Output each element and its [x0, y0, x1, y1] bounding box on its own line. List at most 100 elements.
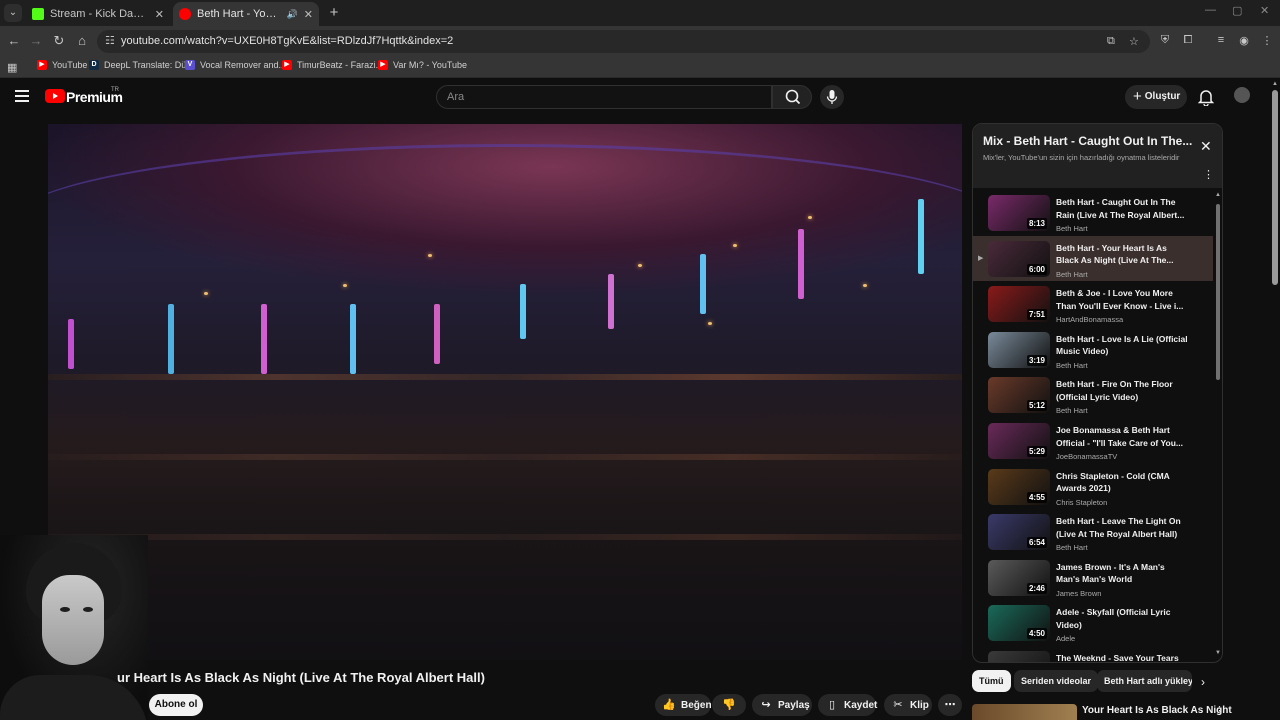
playlist-item[interactable]: 8:13 Beth Hart - Caught Out In The Rain (…: [973, 190, 1213, 235]
extensions-icon[interactable]: ⧠: [1181, 34, 1195, 47]
video-player[interactable]: [48, 124, 962, 660]
tab-youtube[interactable]: Beth Hart - Your Heart Is As 🔊 ✕: [173, 2, 319, 26]
playlist-item[interactable]: 4:50 Adele - Skyfall (Official Lyric Vide…: [973, 600, 1213, 645]
bookmark-star-icon[interactable]: ☆: [1129, 35, 1139, 48]
bell-icon: [1197, 90, 1215, 107]
close-icon[interactable]: ✕: [1200, 138, 1212, 155]
playlist-item-title[interactable]: Beth Hart - Fire On The Floor (Official …: [1056, 378, 1188, 403]
playlist-item-title[interactable]: James Brown - It's A Man's Man's Man's W…: [1056, 561, 1188, 586]
webcam-face: [42, 575, 104, 665]
pillar-light: [700, 254, 706, 314]
playlist-item-thumbnail[interactable]: 2:46: [988, 559, 1050, 596]
scroll-up-icon[interactable]: ▲: [1215, 192, 1221, 198]
speaker-icon[interactable]: 🔊: [287, 9, 298, 20]
dislike-button[interactable]: 👎: [712, 694, 746, 716]
recommendation-thumbnail[interactable]: [972, 704, 1077, 720]
clip-button[interactable]: ✂ Klip: [884, 694, 932, 716]
window-close-icon[interactable]: ✕: [1260, 4, 1269, 17]
tab-close-icon[interactable]: ✕: [155, 8, 164, 21]
bookmark-timurbeatz[interactable]: ▶ TimurBeatz - Farazi...: [282, 60, 383, 70]
page-scrollbar[interactable]: [1272, 90, 1278, 285]
playlist-item-title[interactable]: Adele - Skyfall (Official Lyric Video): [1056, 606, 1188, 631]
playlist-item-thumbnail[interactable]: 3:19: [988, 331, 1050, 368]
subscribe-button[interactable]: Abone ol: [149, 694, 203, 716]
media-controls-icon[interactable]: ≡: [1214, 34, 1228, 46]
youtube-logo-icon[interactable]: [45, 89, 65, 103]
recommendation-more-icon[interactable]: ⋮: [1214, 704, 1225, 717]
create-button[interactable]: + Oluştur: [1125, 85, 1187, 109]
bookmark-deepl[interactable]: D DeepL Translate: Dü...: [89, 60, 194, 70]
playlist-item[interactable]: ▶ 6:00 Beth Hart - Your Heart Is As Black …: [973, 235, 1213, 281]
playlist-item[interactable]: 6:54 Beth Hart - Leave The Light On (Live…: [973, 509, 1213, 554]
bookmark-var-mi[interactable]: ▶ Var Mı? - YouTube: [378, 60, 467, 70]
bookmark-label: Vocal Remover and...: [200, 60, 287, 70]
playlist-item-channel: Beth Hart: [1056, 269, 1088, 279]
playlist-item[interactable]: The Weeknd - Save Your Tears: [973, 646, 1213, 662]
menu-icon[interactable]: [15, 90, 29, 102]
playlist-scrollbar[interactable]: [1216, 204, 1220, 380]
home-icon[interactable]: ⌂: [74, 33, 90, 49]
back-icon[interactable]: ←: [6, 33, 22, 49]
tab-kick[interactable]: Stream - Kick Dashboard ✕: [26, 2, 170, 26]
site-info-icon[interactable]: ☷: [105, 34, 115, 47]
playlist-more-icon[interactable]: ⋮: [1203, 168, 1214, 181]
reload-icon[interactable]: ↻: [51, 33, 67, 49]
playlist-item-thumbnail[interactable]: 4:55: [988, 468, 1050, 505]
save-button[interactable]: ▯ Kaydet: [818, 694, 877, 716]
chip-from-series[interactable]: Seriden videolar: [1014, 670, 1099, 692]
playlist-item-thumbnail[interactable]: 4:50: [988, 605, 1050, 642]
playlist-item-thumbnail[interactable]: 6:54: [988, 514, 1050, 551]
chevron-right-icon[interactable]: ›: [1201, 675, 1205, 689]
search-button[interactable]: [772, 85, 812, 109]
browser-menu-icon[interactable]: ⋮: [1260, 34, 1274, 47]
chip-uploader[interactable]: Beth Hart adlı yükley: [1097, 670, 1192, 692]
bookmark-vocal-remover[interactable]: V Vocal Remover and...: [185, 60, 286, 70]
playlist-item-title[interactable]: Joe Bonamassa & Beth Hart Official - "I'…: [1056, 424, 1188, 449]
bookmark-label: DeepL Translate: Dü...: [104, 60, 194, 70]
bookmark-youtube[interactable]: ▶ YouTube: [37, 60, 87, 70]
forward-icon[interactable]: →: [28, 33, 44, 49]
playlist-item-thumbnail[interactable]: 8:13: [988, 195, 1050, 231]
playlist-item-thumbnail[interactable]: 7:51: [988, 286, 1050, 323]
tab-close-icon[interactable]: ✕: [304, 8, 313, 21]
playlist-item-title[interactable]: Beth Hart - Caught Out In The Rain (Live…: [1056, 196, 1188, 221]
page-scroll-up-icon[interactable]: ▲: [1272, 81, 1278, 87]
playlist-item[interactable]: 4:55 Chris Stapleton - Cold (CMA Awards 2…: [973, 464, 1213, 509]
playlist-item-thumbnail[interactable]: [988, 651, 1050, 662]
maximize-icon[interactable]: ▢: [1232, 4, 1242, 17]
search-input[interactable]: Ara: [436, 85, 772, 109]
more-actions-button[interactable]: ⋯: [938, 694, 962, 716]
playlist-item-title[interactable]: Beth Hart - Love Is A Lie (Official Musi…: [1056, 333, 1188, 358]
playlist-title[interactable]: Mix - Beth Hart - Caught Out In The...: [983, 134, 1193, 148]
playlist-item-thumbnail[interactable]: 6:00: [988, 240, 1050, 277]
share-button[interactable]: ↪ Paylaş: [752, 694, 812, 716]
notifications-button[interactable]: [1197, 88, 1215, 111]
playlist-item[interactable]: 2:46 James Brown - It's A Man's Man's Man…: [973, 555, 1213, 600]
profile-icon[interactable]: ◉: [1237, 34, 1251, 47]
apps-grid-icon[interactable]: ▦: [7, 61, 17, 74]
chip-all[interactable]: Tümü: [972, 670, 1011, 692]
account-avatar[interactable]: [1234, 87, 1250, 103]
playlist-item-title[interactable]: Chris Stapleton - Cold (CMA Awards 2021): [1056, 470, 1188, 495]
playlist-item-thumbnail[interactable]: 5:29: [988, 423, 1050, 459]
playlist-item[interactable]: 5:29 Joe Bonamassa & Beth Hart Official -…: [973, 418, 1213, 463]
playlist-item-title[interactable]: Beth & Joe - I Love You More Than You'll…: [1056, 287, 1188, 312]
voice-search-button[interactable]: [820, 85, 844, 109]
recommendation-title[interactable]: Your Heart Is As Black As Night: [1082, 705, 1232, 716]
like-button[interactable]: 👍 Beğen: [655, 694, 712, 716]
playlist-item[interactable]: 5:12 Beth Hart - Fire On The Floor (Offic…: [973, 372, 1213, 417]
tab-search-icon[interactable]: ⌄: [4, 4, 22, 22]
playlist-item-title[interactable]: Beth Hart - Your Heart Is As Black As Ni…: [1056, 242, 1188, 267]
scroll-down-icon[interactable]: ▼: [1215, 650, 1221, 656]
playlist-item-title[interactable]: Beth Hart - Leave The Light On (Live At …: [1056, 515, 1188, 540]
playlist-item[interactable]: 3:19 Beth Hart - Love Is A Lie (Official …: [973, 327, 1213, 372]
new-tab-icon[interactable]: +: [325, 4, 343, 22]
minimize-icon[interactable]: —: [1205, 4, 1216, 16]
playlist-item-thumbnail[interactable]: 5:12: [988, 377, 1050, 414]
duration-badge: 6:54: [1026, 537, 1047, 549]
playlist-item[interactable]: 7:51 Beth & Joe - I Love You More Than Yo…: [973, 281, 1213, 326]
playlist-item-title[interactable]: The Weeknd - Save Your Tears: [1056, 652, 1188, 662]
address-bar[interactable]: ☷ youtube.com/watch?v=UXE0H8TgKvE&list=R…: [97, 30, 1150, 53]
cast-icon[interactable]: ⧉: [1107, 35, 1115, 48]
shield-icon[interactable]: ⛨: [1158, 34, 1172, 47]
